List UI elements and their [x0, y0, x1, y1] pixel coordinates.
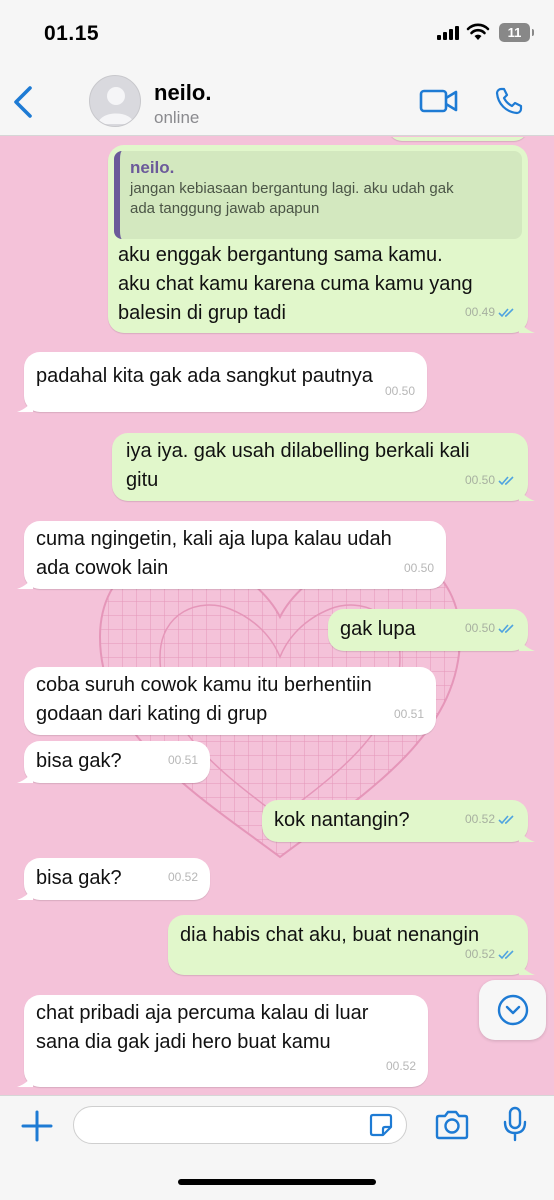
bubble-tail [519, 828, 535, 842]
message-meta: 00.49 [465, 298, 516, 327]
read-ticks-icon [498, 624, 514, 634]
message-text: kok nantangin? [274, 809, 410, 831]
back-chevron-icon[interactable] [8, 82, 40, 122]
message-time: 00.50 [384, 384, 415, 398]
bubble-tail [519, 487, 535, 501]
message-time: 00.50 [464, 621, 495, 635]
message-time: 00.52 [167, 870, 198, 884]
message-time: 00.50 [403, 561, 434, 575]
cellular-signal-icon [437, 26, 459, 40]
message-text: padahal kita gak ada sangkut pautnya [36, 365, 373, 387]
bubble-tail [519, 319, 535, 333]
message-text: cuma ngingetin, kali aja lupa kalau udah… [36, 528, 392, 579]
sticker-icon[interactable] [369, 1113, 393, 1137]
microphone-icon[interactable] [502, 1106, 528, 1142]
message-text: coba suruh cowok kamu itu berhentiin god… [36, 674, 372, 725]
message-text: bisa gak? [36, 750, 122, 772]
quoted-author: neilo. [130, 158, 175, 177]
battery-icon: 11 [499, 23, 534, 42]
message-time: 00.51 [393, 707, 424, 721]
read-ticks-icon [498, 950, 514, 960]
bubble-tail [17, 398, 33, 412]
wifi-icon [466, 23, 490, 40]
contact-name[interactable]: neilo. [154, 80, 211, 106]
message-bubble-incoming[interactable]: coba suruh cowok kamu itu berhentiin god… [24, 667, 436, 735]
bubble-tail [17, 575, 33, 589]
chat-area[interactable]: neilo. jangan kebiasaan bergantung lagi.… [0, 137, 554, 1095]
message-meta: 00.51 [168, 746, 198, 775]
message-bubble-outgoing[interactable]: dia habis chat aku, buat nenangin 00.52 [168, 915, 535, 975]
bubble-tail [17, 769, 33, 783]
message-text: chat pribadi aja percuma kalau di luar s… [36, 1002, 369, 1053]
message-input-bar [0, 1095, 554, 1200]
status-time: 01.15 [44, 22, 100, 45]
message-bubble-outgoing[interactable]: kok nantangin? 00.52 [262, 800, 535, 842]
bubble-tail [17, 886, 33, 900]
read-ticks-icon [498, 476, 514, 486]
bubble-tail [519, 961, 535, 975]
message-time: 00.49 [464, 305, 495, 319]
message-text: aku enggak bergantung sama kamu. aku cha… [118, 244, 473, 324]
video-call-icon[interactable] [419, 88, 459, 114]
message-meta: 00.50 [385, 377, 415, 406]
status-bar: 01.15 11 [0, 0, 554, 66]
avatar[interactable] [89, 75, 141, 127]
message-text: gak lupa [340, 618, 416, 640]
message-meta: 00.52 [465, 940, 516, 969]
chat-header: neilo. online [0, 66, 554, 136]
message-meta: 00.50 [465, 614, 516, 643]
message-meta: 00.50 [465, 466, 516, 495]
message-bubble-partial [388, 137, 528, 141]
read-ticks-icon [498, 308, 514, 318]
home-indicator [178, 1179, 376, 1185]
quoted-text: jangan kebiasaan bergantung lagi. aku ud… [130, 180, 454, 217]
message-text: dia habis chat aku, buat nenangin [180, 924, 480, 946]
message-input[interactable] [73, 1106, 407, 1144]
message-meta: 00.52 [386, 1052, 416, 1081]
bubble-tail [17, 1073, 33, 1087]
message-bubble-incoming[interactable]: cuma ngingetin, kali aja lupa kalau udah… [17, 521, 446, 589]
quoted-message[interactable]: neilo. jangan kebiasaan bergantung lagi.… [114, 151, 522, 239]
message-text: iya iya. gak usah dilabelling berkali ka… [126, 440, 470, 491]
message-bubble-outgoing[interactable]: gak lupa 00.50 [328, 609, 535, 651]
message-time: 00.52 [464, 947, 495, 961]
contact-status: online [154, 108, 200, 127]
phone-icon[interactable] [494, 86, 524, 116]
message-bubble-incoming[interactable]: bisa gak? 00.51 [17, 741, 210, 783]
read-ticks-icon [498, 815, 514, 825]
message-bubble-incoming[interactable]: bisa gak? 00.52 [17, 858, 210, 900]
message-bubble-incoming[interactable]: chat pribadi aja percuma kalau di luar s… [17, 995, 428, 1087]
message-time: 00.50 [464, 473, 495, 487]
message-time: 00.52 [464, 812, 495, 826]
avatar-placeholder-icon [98, 87, 134, 124]
message-meta: 00.51 [394, 700, 424, 729]
message-meta: 00.50 [404, 554, 434, 583]
message-bubble-incoming[interactable]: padahal kita gak ada sangkut pautnya 00.… [17, 352, 427, 412]
message-text: bisa gak? [36, 867, 122, 889]
message-time: 00.51 [167, 753, 198, 767]
message-bubble-outgoing[interactable]: iya iya. gak usah dilabelling berkali ka… [112, 433, 535, 501]
message-time: 00.52 [385, 1059, 416, 1073]
scroll-to-bottom-button[interactable] [479, 980, 546, 1040]
message-meta: 00.52 [168, 863, 198, 892]
chevron-down-icon [497, 994, 529, 1026]
message-meta: 00.52 [465, 805, 516, 834]
plus-icon[interactable] [20, 1109, 54, 1143]
message-bubble-outgoing[interactable]: neilo. jangan kebiasaan bergantung lagi.… [108, 145, 535, 333]
camera-icon[interactable] [434, 1110, 470, 1140]
bubble-tail [519, 637, 535, 651]
